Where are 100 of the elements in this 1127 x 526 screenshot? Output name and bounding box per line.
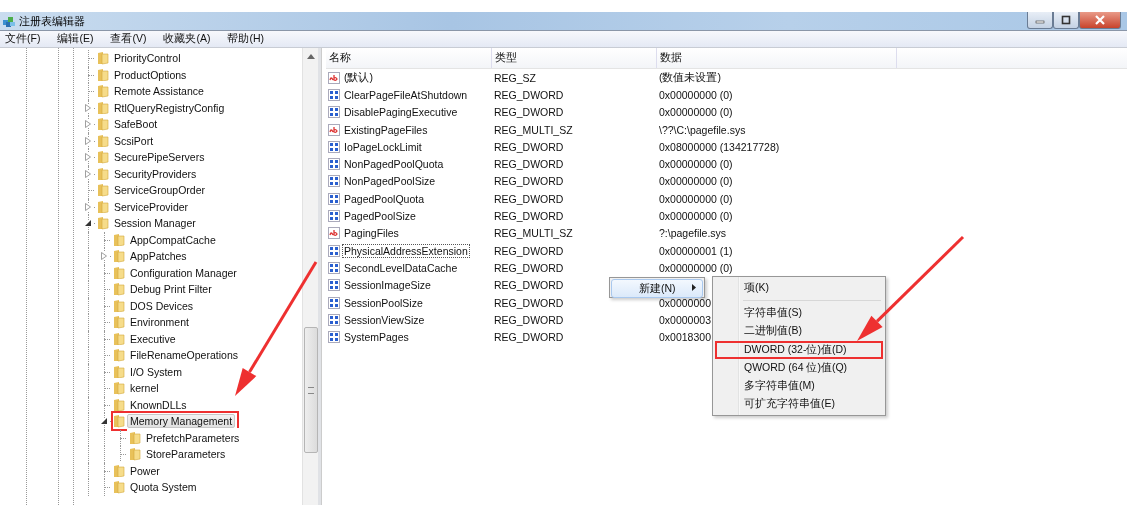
submenu-arrow-icon <box>692 284 696 291</box>
table-cell-text: REG_MULTI_SZ <box>493 123 573 136</box>
table-cell-text: REG_DWORD <box>493 175 564 188</box>
table-cell-text: 0x00000000 (0) <box>658 175 733 188</box>
value-name[interactable]: PagedPoolQuota <box>342 191 426 206</box>
value-name[interactable]: SessionImageSize <box>342 278 433 293</box>
expand-arrow-icon[interactable] <box>85 202 91 211</box>
table-cell-text: 0x0018300 <box>658 331 711 344</box>
tree-item[interactable]: AppPatches <box>127 249 190 264</box>
tree-item[interactable]: I/O System <box>127 364 185 379</box>
folder-icon <box>97 117 109 132</box>
folder-icon <box>113 414 125 429</box>
value-name[interactable]: SystemPages <box>342 330 411 345</box>
collapse-arrow-icon[interactable] <box>101 418 107 425</box>
tree-item[interactable]: SafeBoot <box>111 117 161 132</box>
folder-icon <box>97 183 109 198</box>
column-header[interactable]: 名称 <box>326 48 492 68</box>
tree-item[interactable]: Session Manager <box>111 216 199 231</box>
tree-item[interactable]: Remote Assistance <box>111 84 207 99</box>
submenu-item[interactable]: 项(K) <box>715 279 883 298</box>
tree-item[interactable]: ScsiPort <box>111 133 157 148</box>
maximize-icon <box>1061 15 1071 25</box>
value-name[interactable]: (默认) <box>342 69 375 86</box>
table-cell-text: 0x00000000 (0) <box>658 158 733 171</box>
table-cell-text: ?:\pagefile.sys <box>658 227 727 240</box>
tree-item[interactable]: Memory Management <box>127 414 236 429</box>
folder-icon <box>97 133 109 148</box>
menu-item[interactable]: 收藏夹(A) <box>158 32 217 46</box>
tree-item[interactable]: kernel <box>127 381 162 396</box>
menu-item[interactable]: 文件(F) <box>0 32 47 46</box>
tree-item[interactable]: Quota System <box>127 480 200 495</box>
tree-item[interactable]: Debug Print Filter <box>127 282 215 297</box>
menu-item[interactable]: 帮助(H) <box>222 32 270 46</box>
close-icon <box>1095 15 1105 25</box>
value-name[interactable]: NonPagedPoolSize <box>342 174 438 189</box>
menu-item[interactable]: 编辑(E) <box>52 32 100 46</box>
expand-arrow-icon[interactable] <box>85 120 91 129</box>
binary-value-icon <box>328 244 340 257</box>
submenu-item[interactable]: DWORD (32-位)值(D) <box>715 340 883 359</box>
table-cell-text: 0x00000000 (0) <box>658 210 733 222</box>
binary-value-icon <box>328 158 340 171</box>
table-cell-text: REG_DWORD <box>493 158 564 171</box>
table-cell-text: 0x00000001 (1) <box>658 244 733 257</box>
tree-item[interactable]: ServiceProvider <box>111 199 192 214</box>
submenu-item[interactable]: QWORD (64 位)值(Q) <box>715 358 883 377</box>
submenu-item[interactable]: 多字符串值(M) <box>715 376 883 396</box>
folder-icon <box>97 67 109 82</box>
menu-item[interactable]: 查看(V) <box>105 32 153 46</box>
expand-arrow-icon[interactable] <box>85 153 91 162</box>
column-header[interactable]: 数据 <box>657 48 897 68</box>
tree-item[interactable]: SecurePipeServers <box>111 150 208 165</box>
submenu-item[interactable]: 字符串值(S) <box>715 304 883 323</box>
tree-item[interactable]: Executive <box>127 331 179 346</box>
context-menu-item[interactable]: 新建(N) <box>611 279 703 298</box>
tree-item[interactable]: FileRenameOperations <box>127 348 241 363</box>
scroll-up-icon[interactable] <box>306 54 315 59</box>
folder-icon <box>129 430 141 445</box>
value-name[interactable]: ClearPageFileAtShutdown <box>342 87 470 102</box>
tree-item[interactable]: PriorityControl <box>111 51 184 66</box>
tree-item[interactable]: SecurityProviders <box>111 166 200 181</box>
tree-item[interactable]: AppCompatCache <box>127 232 219 247</box>
tree-item[interactable]: ProductOptions <box>111 67 190 82</box>
tree-item[interactable]: ServiceGroupOrder <box>111 183 209 198</box>
minimize-button[interactable] <box>1027 12 1053 29</box>
folder-icon <box>113 232 125 247</box>
submenu-item[interactable]: 可扩充字符串值(E) <box>715 395 883 414</box>
tree-item[interactable]: RtlQueryRegistryConfig <box>111 100 228 115</box>
expand-arrow-icon[interactable] <box>101 252 107 261</box>
value-name[interactable]: PagingFiles <box>342 226 401 241</box>
table-cell-text: REG_DWORD <box>493 331 564 344</box>
submenu-item[interactable]: 二进制值(B) <box>715 322 883 341</box>
binary-value-icon <box>328 140 340 153</box>
tree-item[interactable]: Environment <box>127 315 192 330</box>
value-name[interactable]: SessionViewSize <box>342 312 427 327</box>
value-name[interactable]: PagedPoolSize <box>342 209 418 223</box>
binary-value-icon <box>328 279 340 292</box>
tree-item[interactable]: Configuration Manager <box>127 265 240 280</box>
value-name[interactable]: IoPageLockLimit <box>342 139 424 154</box>
folder-icon <box>97 150 109 165</box>
value-name[interactable]: PhysicalAddressExtension <box>342 243 470 258</box>
expand-arrow-icon[interactable] <box>85 136 91 145</box>
tree-item[interactable]: KnownDLLs <box>127 397 190 412</box>
tree-item[interactable]: StoreParameters <box>143 447 229 462</box>
collapse-arrow-icon[interactable] <box>85 220 91 227</box>
value-name[interactable]: SecondLevelDataCache <box>342 260 460 275</box>
expand-arrow-icon[interactable] <box>85 103 91 112</box>
column-header[interactable]: 类型 <box>492 48 657 68</box>
tree-item[interactable]: Power <box>127 463 163 478</box>
registry-editor-icon <box>2 14 16 28</box>
close-button[interactable] <box>1079 12 1121 29</box>
value-name[interactable]: ExistingPageFiles <box>342 122 430 137</box>
scrollbar[interactable] <box>302 48 318 505</box>
maximize-button[interactable] <box>1053 12 1079 29</box>
tree-item[interactable]: DOS Devices <box>127 298 196 313</box>
value-name[interactable]: DisablePagingExecutive <box>342 105 460 120</box>
expand-arrow-icon[interactable] <box>85 169 91 178</box>
scrollbar-thumb[interactable] <box>304 327 318 453</box>
value-name[interactable]: NonPagedPoolQuota <box>342 157 446 172</box>
value-name[interactable]: SessionPoolSize <box>342 295 425 310</box>
table-cell-text: REG_DWORD <box>493 261 564 274</box>
